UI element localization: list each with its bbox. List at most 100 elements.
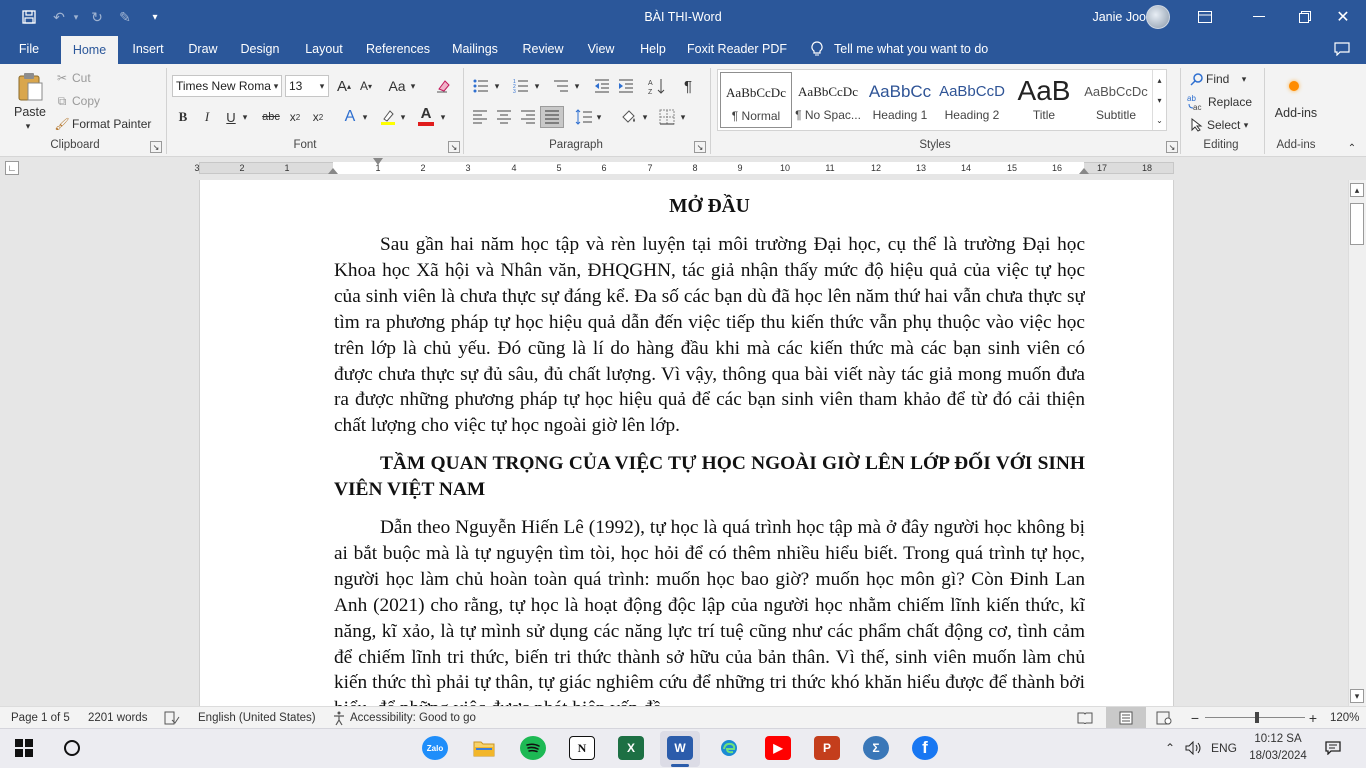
avatar[interactable]	[1145, 0, 1171, 34]
spotify-icon[interactable]	[520, 736, 546, 760]
shading-icon[interactable]	[618, 107, 640, 127]
add-ins-icon[interactable]	[1284, 76, 1304, 96]
grow-font-icon[interactable]: A ▴	[334, 77, 354, 95]
paste-button[interactable]: Paste	[8, 104, 52, 120]
tab-design[interactable]: Design	[236, 34, 284, 64]
tab-file[interactable]: File	[10, 34, 48, 64]
right-indent-marker[interactable]	[1079, 168, 1089, 174]
align-left-icon[interactable]	[470, 107, 490, 127]
tab-view[interactable]: View	[582, 34, 620, 64]
first-line-indent-marker[interactable]	[373, 158, 383, 165]
multilevel-dropdown-icon[interactable]: ▾	[572, 77, 582, 95]
font-name-dropdown-icon[interactable]: ▾	[270, 76, 282, 96]
tab-references[interactable]: References	[362, 34, 434, 64]
zoom-in-button[interactable]: +	[1306, 707, 1320, 729]
clipboard-launcher-icon[interactable]: ↘	[150, 141, 162, 153]
change-case-button[interactable]: Aa	[386, 77, 408, 95]
undo-icon[interactable]: ↶	[48, 0, 70, 34]
add-ins-button[interactable]: Add-ins	[1270, 104, 1322, 122]
show-hidden-icons-icon[interactable]: ⌃	[1162, 740, 1178, 756]
line-spacing-icon[interactable]	[574, 107, 594, 127]
shading-dropdown-icon[interactable]: ▾	[640, 108, 650, 126]
highlight-dropdown-icon[interactable]: ▾	[398, 108, 408, 126]
language-status[interactable]: English (United States)	[198, 707, 316, 729]
font-size-dropdown-icon[interactable]: ▾	[316, 76, 328, 96]
tab-insert[interactable]: Insert	[126, 34, 170, 64]
superscript-button[interactable]: x2	[309, 108, 327, 126]
line-spacing-dropdown-icon[interactable]: ▾	[594, 108, 604, 126]
format-painter-icon[interactable]: 🖌	[54, 116, 70, 132]
file-explorer-icon[interactable]	[471, 736, 497, 760]
tab-draw[interactable]: Draw	[182, 34, 224, 64]
proofing-icon[interactable]	[164, 707, 182, 729]
vertical-scrollbar[interactable]	[1348, 180, 1366, 706]
align-right-icon[interactable]	[518, 107, 538, 127]
heading-mo-dau[interactable]: MỞ ĐẦU	[334, 194, 1085, 220]
paste-dropdown-icon[interactable]: ▾	[20, 120, 36, 132]
zoom-level[interactable]: 120%	[1330, 707, 1359, 729]
style-title[interactable]: AaB Title	[1008, 72, 1080, 128]
replace-button[interactable]: Replace	[1208, 93, 1252, 111]
copy-icon[interactable]: ⧉	[54, 93, 70, 109]
text-effects-icon[interactable]: A	[340, 107, 360, 127]
clock-time[interactable]: 10:12 SA	[1246, 731, 1310, 747]
replace-icon[interactable]: ab ac	[1186, 92, 1206, 112]
select-icon[interactable]	[1188, 116, 1206, 134]
notifications-icon[interactable]	[1322, 739, 1344, 757]
user-name[interactable]: Janie Joo	[1086, 0, 1146, 34]
font-color-dropdown-icon[interactable]: ▾	[438, 108, 448, 126]
clock-date[interactable]: 18/03/2024	[1246, 748, 1310, 764]
minimize-icon[interactable]	[1236, 0, 1282, 34]
style-heading-1[interactable]: AaBbCc Heading 1	[864, 72, 936, 128]
justify-icon[interactable]	[540, 106, 564, 128]
notion-icon[interactable]: N	[569, 736, 595, 760]
tab-selector-icon[interactable]: ∟	[5, 161, 19, 175]
subscript-button[interactable]: x2	[286, 108, 304, 126]
draw-pen-icon[interactable]: ✎	[114, 0, 136, 34]
bold-button[interactable]: B	[174, 108, 192, 126]
style-normal[interactable]: AaBbCcDc ¶ Normal	[720, 72, 792, 128]
strikethrough-button[interactable]: abc	[259, 108, 283, 126]
font-color-icon[interactable]: A	[416, 105, 436, 122]
numbering-icon[interactable]: 123	[510, 77, 532, 95]
bullets-icon[interactable]	[470, 77, 492, 95]
borders-dropdown-icon[interactable]: ▾	[678, 108, 688, 126]
heading-tam-quan-trong[interactable]: TẦM QUAN TRỌNG CỦA VIỆC TỰ HỌC NGOÀI GIỜ…	[334, 451, 1085, 503]
styles-launcher-icon[interactable]: ↘	[1166, 141, 1178, 153]
styles-more-icon[interactable]: ⌄	[1152, 110, 1166, 130]
calculator-icon[interactable]: Σ	[863, 736, 889, 760]
multilevel-list-icon[interactable]	[550, 77, 572, 95]
input-language[interactable]: ENG	[1208, 739, 1240, 757]
tab-help[interactable]: Help	[634, 34, 672, 64]
zalo-icon[interactable]: Zalo	[422, 736, 448, 760]
italic-button[interactable]: I	[198, 108, 216, 126]
underline-dropdown-icon[interactable]: ▾	[240, 108, 250, 126]
tell-me-search[interactable]: Tell me what you want to do	[834, 34, 994, 64]
youtube-icon[interactable]: ▶	[765, 736, 791, 760]
select-button[interactable]: Select	[1207, 116, 1243, 134]
autosave-icon[interactable]	[14, 0, 44, 34]
align-center-icon[interactable]	[494, 107, 514, 127]
scroll-thumb[interactable]	[1350, 203, 1364, 245]
redo-icon[interactable]: ↻	[86, 0, 108, 34]
increase-indent-icon[interactable]	[616, 77, 636, 95]
facebook-icon[interactable]: f	[912, 736, 938, 760]
clear-formatting-icon[interactable]	[432, 76, 454, 96]
style-heading-2[interactable]: AaBbCcD Heading 2	[936, 72, 1008, 128]
read-mode-icon[interactable]	[1077, 707, 1095, 729]
find-button[interactable]: Find	[1206, 70, 1240, 88]
text-effects-dropdown-icon[interactable]: ▾	[360, 108, 370, 126]
select-dropdown-icon[interactable]: ▾	[1240, 116, 1252, 134]
decrease-indent-icon[interactable]	[592, 77, 612, 95]
paragraph-2[interactable]: Dẫn theo Nguyễn Hiến Lê (1992), tự học l…	[334, 515, 1085, 706]
highlight-icon[interactable]	[378, 107, 398, 127]
excel-icon[interactable]: X	[618, 736, 644, 760]
show-formatting-button[interactable]: ¶	[678, 76, 698, 96]
paste-icon[interactable]	[10, 70, 50, 104]
paragraph-launcher-icon[interactable]: ↘	[694, 141, 706, 153]
comments-icon[interactable]	[1328, 34, 1356, 64]
sort-icon[interactable]: AZ	[646, 76, 668, 96]
scroll-down-icon[interactable]: ▾	[1350, 689, 1364, 703]
windows-start-icon[interactable]	[12, 738, 36, 758]
volume-icon[interactable]	[1184, 739, 1204, 757]
